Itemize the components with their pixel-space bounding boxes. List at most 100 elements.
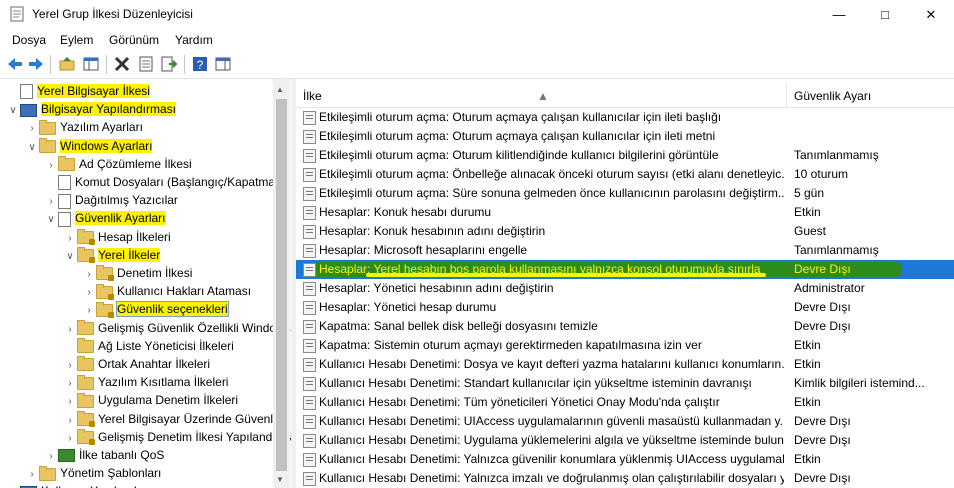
- column-header-policy[interactable]: İlke: [303, 89, 322, 103]
- tree-node[interactable]: ∨ Bilgisayar Yapılandırması: [6, 100, 176, 118]
- folder-icon: [39, 465, 56, 481]
- policy-name: Kapatma: Sanal bellek disk belleği dosya…: [319, 319, 598, 333]
- chevron-down-icon[interactable]: ∨: [25, 139, 39, 157]
- show-hide-action-pane-icon[interactable]: [214, 55, 232, 73]
- policy-row[interactable]: Etkileşimli oturum açma: Süre sonuna gel…: [296, 184, 954, 203]
- tree-node[interactable]: ∨ Yerel İlkeler: [63, 246, 161, 266]
- chevron-down-icon[interactable]: ∨: [6, 102, 20, 120]
- tree-node-label: Komut Dosyaları (Başlangıç/Kapatma): [75, 175, 280, 189]
- policy-row[interactable]: Kullanıcı Hesabı Denetimi: Yalnızca imza…: [296, 469, 954, 488]
- tree-node[interactable]: › Ortak Anahtar İlkeleri: [63, 355, 210, 373]
- folder-icon: [77, 374, 94, 390]
- policy-row[interactable]: Etkileşimli oturum açma: Önbelleğe alına…: [296, 165, 954, 184]
- export-list-icon[interactable]: [160, 55, 178, 73]
- chevron-down-icon[interactable]: ∨: [44, 211, 58, 229]
- menu-action[interactable]: Eylem: [60, 33, 93, 47]
- policy-setting-value: Kimlik bilgileri istemind...: [794, 376, 925, 390]
- policy-row[interactable]: Kullanıcı Hesabı Denetimi: Dosya ve kayı…: [296, 355, 954, 374]
- up-folder-icon[interactable]: [58, 55, 76, 73]
- policy-row[interactable]: Kullanıcı Hesabı Denetimi: Yalnızca güve…: [296, 450, 954, 469]
- policy-row[interactable]: Kullanıcı Hesabı Denetimi: Tüm yöneticil…: [296, 393, 954, 412]
- chevron-right-icon[interactable]: ›: [6, 484, 20, 488]
- tree-node[interactable]: › Kullanıcı Hakları Ataması: [82, 282, 251, 300]
- tree-vertical-scrollbar[interactable]: ▲ ▼: [273, 79, 290, 488]
- document-icon: [58, 175, 71, 191]
- tree-node[interactable]: › İlke tabanlı QoS: [44, 446, 164, 464]
- tree-node[interactable]: › Kullanıcı Yapılandırması: [6, 482, 170, 488]
- tree-node[interactable]: Komut Dosyaları (Başlangıç/Kapatma): [44, 173, 279, 191]
- policy-setting-icon: [303, 282, 316, 296]
- policy-row[interactable]: Hesaplar: Yönetici hesabının adını değiş…: [296, 279, 954, 298]
- policy-row[interactable]: Kullanıcı Hesabı Denetimi: Uygulama yükl…: [296, 431, 954, 450]
- toolbar-separator: [106, 55, 107, 74]
- scroll-up-arrow-icon[interactable]: ▲: [276, 85, 284, 94]
- policy-row[interactable]: Kullanıcı Hesabı Denetimi: Standart kull…: [296, 374, 954, 393]
- tree-node-label: Yönetim Şablonları: [60, 466, 162, 481]
- help-icon[interactable]: ?: [191, 55, 209, 73]
- tree-node[interactable]: ∨ Güvenlik Ayarları: [44, 209, 166, 227]
- tree-node[interactable]: ∨ Windows Ayarları: [25, 137, 153, 157]
- svg-text:?: ?: [197, 58, 204, 72]
- tree-node-label: Kullanıcı Hakları Ataması: [117, 284, 252, 299]
- maximize-button[interactable]: □: [862, 0, 908, 29]
- policy-setting-value: Tanımlanmamış: [794, 243, 879, 257]
- menu-file[interactable]: Dosya: [12, 33, 46, 47]
- policy-row[interactable]: Hesaplar: Konuk hesabı durumu Etkin: [296, 203, 954, 222]
- tree-node[interactable]: › Güvenlik seçenekleri: [82, 300, 229, 318]
- properties-icon[interactable]: [137, 55, 155, 73]
- policy-row[interactable]: Etkileşimli oturum açma: Oturum açmaya ç…: [296, 127, 954, 146]
- policy-setting-value: Etkin: [794, 357, 821, 371]
- policy-row[interactable]: Etkileşimli oturum açma: Oturum açmaya ç…: [296, 108, 954, 127]
- tree-node-label: Yerel Bilgisayar Üzerinde Güvenlik: [98, 411, 282, 426]
- policy-row[interactable]: Kapatma: Sanal bellek disk belleği dosya…: [296, 317, 954, 336]
- column-divider[interactable]: [786, 83, 787, 107]
- tree-node[interactable]: › Denetim İlkesi: [82, 264, 192, 282]
- tree-node-label: Güvenlik Ayarları: [75, 211, 166, 226]
- policy-setting-icon: [303, 149, 316, 163]
- tree-node[interactable]: Yerel Bilgisayar İlkesi: [6, 82, 150, 100]
- tree-node[interactable]: › Yazılım Ayarları: [25, 118, 143, 136]
- tree-node[interactable]: Ağ Liste Yöneticisi İlkeleri: [63, 337, 234, 355]
- back-arrow-icon[interactable]: [6, 55, 24, 73]
- console-tree-pane: Yerel Bilgisayar İlkesi ∨ Bilgisayar Yapıl…: [0, 79, 291, 488]
- security-folder-icon: [77, 228, 95, 245]
- policy-name: Hesaplar: Yönetici hesap durumu: [319, 300, 497, 314]
- menu-help[interactable]: Yardım: [175, 33, 213, 47]
- minimize-button[interactable]: —: [816, 0, 862, 29]
- policy-row[interactable]: Kapatma: Sistemin oturum açmayı gerektir…: [296, 336, 954, 355]
- policy-row[interactable]: Hesaplar: Yönetici hesap durumu Devre Dış…: [296, 298, 954, 317]
- policy-name: Hesaplar: Konuk hesabının adını değiştir…: [319, 224, 546, 238]
- forward-arrow-icon[interactable]: [27, 55, 45, 73]
- tree-node[interactable]: › Yerel Bilgisayar Üzerinde Güvenlik: [63, 410, 282, 428]
- policy-name: Etkileşimli oturum açma: Önbelleğe alına…: [319, 167, 784, 181]
- scroll-down-arrow-icon[interactable]: ▼: [276, 475, 284, 484]
- close-button[interactable]: ✕: [908, 0, 954, 29]
- delete-icon[interactable]: [113, 55, 131, 73]
- scrollbar-thumb[interactable]: [276, 99, 287, 471]
- show-hide-tree-icon[interactable]: [82, 55, 100, 73]
- tree-node[interactable]: › Gelişmiş Denetim İlkesi Yapılandırması: [63, 428, 291, 446]
- policy-name: Etkileşimli oturum açma: Oturum açmaya ç…: [319, 110, 722, 124]
- policy-name: Kullanıcı Hesabı Denetimi: Standart kull…: [319, 376, 752, 390]
- tree-node[interactable]: › Ad Çözümleme İlkesi: [44, 155, 192, 173]
- policy-setting-icon: [303, 377, 316, 391]
- chevron-down-icon[interactable]: ∨: [63, 248, 77, 266]
- tree-node[interactable]: › Yönetim Şablonları: [25, 464, 161, 482]
- policy-name: Kullanıcı Hesabı Denetimi: Tüm yöneticil…: [319, 395, 720, 409]
- column-header-security-setting[interactable]: Güvenlik Ayarı: [794, 89, 871, 103]
- menu-view[interactable]: Görünüm: [109, 33, 159, 47]
- policy-row[interactable]: Hesaplar: Microsoft hesaplarını engelle T…: [296, 241, 954, 260]
- security-folder-icon: [77, 410, 95, 427]
- tree-node[interactable]: › Hesap İlkeleri: [63, 228, 171, 246]
- policy-name: Etkileşimli oturum açma: Oturum açmaya ç…: [319, 129, 716, 143]
- tree-node[interactable]: › Yazılım Kısıtlama İlkeleri: [63, 373, 228, 391]
- tree-node[interactable]: › Dağıtılmış Yazıcılar: [44, 191, 178, 209]
- policy-editor-app-icon: [10, 6, 24, 22]
- policy-row[interactable]: Hesaplar: Yerel hesabın boş parola kulla…: [296, 260, 954, 279]
- tree-node[interactable]: › Uygulama Denetim İlkeleri: [63, 391, 238, 409]
- policy-row[interactable]: Etkileşimli oturum açma: Oturum kilitlen…: [296, 146, 954, 165]
- policy-setting-value: Devre Dışı: [794, 262, 851, 276]
- tree-node[interactable]: ›Gelişmiş Güvenlik Özellikli Windows Def…: [63, 319, 291, 337]
- policy-row[interactable]: Kullanıcı Hesabı Denetimi: UIAccess uygu…: [296, 412, 954, 431]
- policy-row[interactable]: Hesaplar: Konuk hesabının adını değiştir…: [296, 222, 954, 241]
